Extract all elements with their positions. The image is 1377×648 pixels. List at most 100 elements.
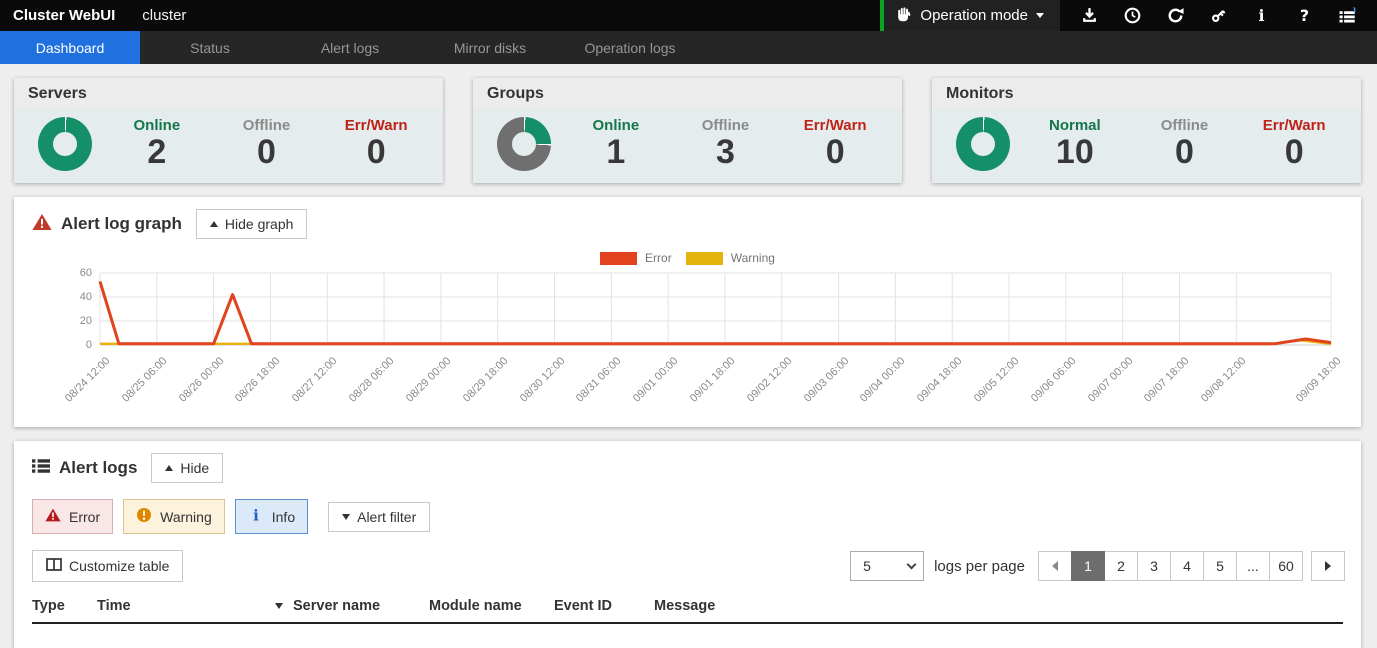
pagination-page-4[interactable]: 4 xyxy=(1170,551,1204,581)
operation-mode-dropdown[interactable]: Operation mode xyxy=(880,0,1060,31)
y-axis-tick: 60 xyxy=(54,267,92,279)
status-donut-chart xyxy=(956,117,1010,171)
pagination-page-2[interactable]: 2 xyxy=(1104,551,1138,581)
tab-alert-logs[interactable]: Alert logs xyxy=(280,31,420,64)
stat-label: Offline xyxy=(671,117,781,134)
stat-value: 0 xyxy=(780,135,890,171)
license-key-icon[interactable] xyxy=(1197,0,1240,31)
tab-dashboard[interactable]: Dashboard xyxy=(0,31,140,64)
time-info-icon[interactable] xyxy=(1111,0,1154,31)
warning-icon xyxy=(136,507,152,526)
chart-legend: Error Warning xyxy=(14,251,1361,265)
tab-status[interactable]: Status xyxy=(140,31,280,64)
download-icon[interactable] xyxy=(1068,0,1111,31)
arrow-left-icon xyxy=(1052,561,1058,571)
alert-log-graph-title: Alert log graph xyxy=(32,213,182,236)
summary-card-monitors: MonitorsNormal10Offline0Err/Warn0 xyxy=(932,78,1361,183)
stat-normal: Normal10 xyxy=(1020,117,1130,171)
hide-graph-button[interactable]: Hide graph xyxy=(196,209,308,239)
logs-per-page-select-wrap: 5 xyxy=(850,551,924,581)
stat-label: Offline xyxy=(212,117,322,134)
error-icon xyxy=(45,507,61,526)
stat-label: Online xyxy=(102,117,212,134)
stat-value: 0 xyxy=(212,135,322,171)
info-icon: i xyxy=(248,507,264,526)
pagination-next-button[interactable] xyxy=(1311,551,1345,581)
stat-label: Err/Warn xyxy=(321,117,431,134)
stat-online: Online1 xyxy=(561,117,671,171)
legend-item-error: Error xyxy=(600,251,672,265)
stat-value: 0 xyxy=(1130,135,1240,171)
stat-value: 10 xyxy=(1020,135,1130,171)
summary-card-servers: ServersOnline2Offline0Err/Warn0 xyxy=(14,78,443,183)
top-bar: Cluster WebUI cluster Operation mode i? i xyxy=(0,0,1377,31)
card-title: Groups xyxy=(473,78,902,109)
stat-label: Err/Warn xyxy=(780,117,890,134)
column-header-module-name[interactable]: Module name xyxy=(429,598,554,614)
alert-log-graph-section: Alert log graph Hide graph ErrorWarning … xyxy=(14,197,1361,427)
logs-table-header: TypeTimeServer nameModule nameEvent IDMe… xyxy=(32,598,1343,624)
logs-toolbar-row: Customize table 5 logs per page 12345...… xyxy=(14,536,1361,582)
pagination-page-3[interactable]: 3 xyxy=(1137,551,1171,581)
card-title: Monitors xyxy=(932,78,1361,109)
chevron-down-icon xyxy=(342,514,350,520)
legend-label: Error xyxy=(645,251,672,265)
logs-per-page-label: logs per page xyxy=(934,558,1025,575)
legend-item-warning: Warning xyxy=(686,251,775,265)
stat-value: 3 xyxy=(671,135,781,171)
tab-operation-logs[interactable]: Operation logs xyxy=(560,31,700,64)
column-header-type[interactable]: Type xyxy=(32,598,97,614)
pagination-ellipsis[interactable]: ... xyxy=(1236,551,1270,581)
column-header-time[interactable]: Time xyxy=(97,598,293,614)
legend-swatch xyxy=(686,252,723,265)
pagination-page-60[interactable]: 60 xyxy=(1269,551,1303,581)
y-axis-tick: 40 xyxy=(54,291,92,303)
legend-swatch xyxy=(600,252,637,265)
tab-mirror-disks[interactable]: Mirror disks xyxy=(420,31,560,64)
stat-value: 1 xyxy=(561,135,671,171)
help-icon[interactable]: ? xyxy=(1283,0,1326,31)
info-icon[interactable]: i xyxy=(1240,0,1283,31)
reload-icon[interactable] xyxy=(1154,0,1197,31)
cluster-name: cluster xyxy=(142,0,186,31)
customize-table-button[interactable]: Customize table xyxy=(32,550,183,582)
column-header-event-id[interactable]: Event ID xyxy=(554,598,654,614)
filter-button-warning[interactable]: Warning xyxy=(123,499,225,534)
stat-value: 2 xyxy=(102,135,212,171)
pagination-prev-button[interactable] xyxy=(1038,551,1072,581)
pagination: 12345...60 xyxy=(1039,551,1345,581)
stat-label: Online xyxy=(561,117,671,134)
filter-button-info[interactable]: iInfo xyxy=(235,499,308,534)
alert-filter-button[interactable]: Alert filter xyxy=(328,502,430,532)
pagination-page-1[interactable]: 1 xyxy=(1071,551,1105,581)
sort-desc-icon xyxy=(275,603,283,609)
warning-triangle-icon xyxy=(32,213,52,236)
pagination-page-5[interactable]: 5 xyxy=(1203,551,1237,581)
svg-text:i: i xyxy=(1353,7,1356,14)
column-header-server-name[interactable]: Server name xyxy=(293,598,429,614)
log-filter-row: Error Warning iInfo Alert filter xyxy=(14,487,1361,536)
summary-cards-row: ServersOnline2Offline0Err/Warn0GroupsOnl… xyxy=(14,78,1361,183)
svg-text:i: i xyxy=(1258,7,1264,24)
stat-err-warn: Err/Warn0 xyxy=(780,117,890,171)
hand-icon xyxy=(896,6,912,26)
stat-label: Normal xyxy=(1020,117,1130,134)
logs-per-page-select[interactable]: 5 xyxy=(850,551,924,581)
table-columns-icon xyxy=(46,557,62,575)
column-header-message[interactable]: Message xyxy=(654,598,1343,614)
status-donut-chart xyxy=(497,117,551,171)
y-axis-tick: 20 xyxy=(54,315,92,327)
card-title: Servers xyxy=(14,78,443,109)
alert-logs-title: Alert logs xyxy=(32,458,137,479)
language-list-icon[interactable]: i xyxy=(1326,0,1369,31)
stat-offline: Offline3 xyxy=(671,117,781,171)
legend-label: Warning xyxy=(731,251,775,265)
app-title: Cluster WebUI xyxy=(0,0,115,31)
stat-value: 0 xyxy=(1239,135,1349,171)
hide-logs-button[interactable]: Hide xyxy=(151,453,223,483)
alert-log-chart: 020406008/24 12:0008/25 06:0008/26 00:00… xyxy=(34,269,1341,427)
stat-label: Err/Warn xyxy=(1239,117,1349,134)
alert-logs-section: Alert logs Hide Error Warning iInfo Alert f… xyxy=(14,441,1361,648)
filter-button-error[interactable]: Error xyxy=(32,499,113,534)
summary-card-groups: Groups Online1Offline3Err/Warn0 xyxy=(473,78,902,183)
